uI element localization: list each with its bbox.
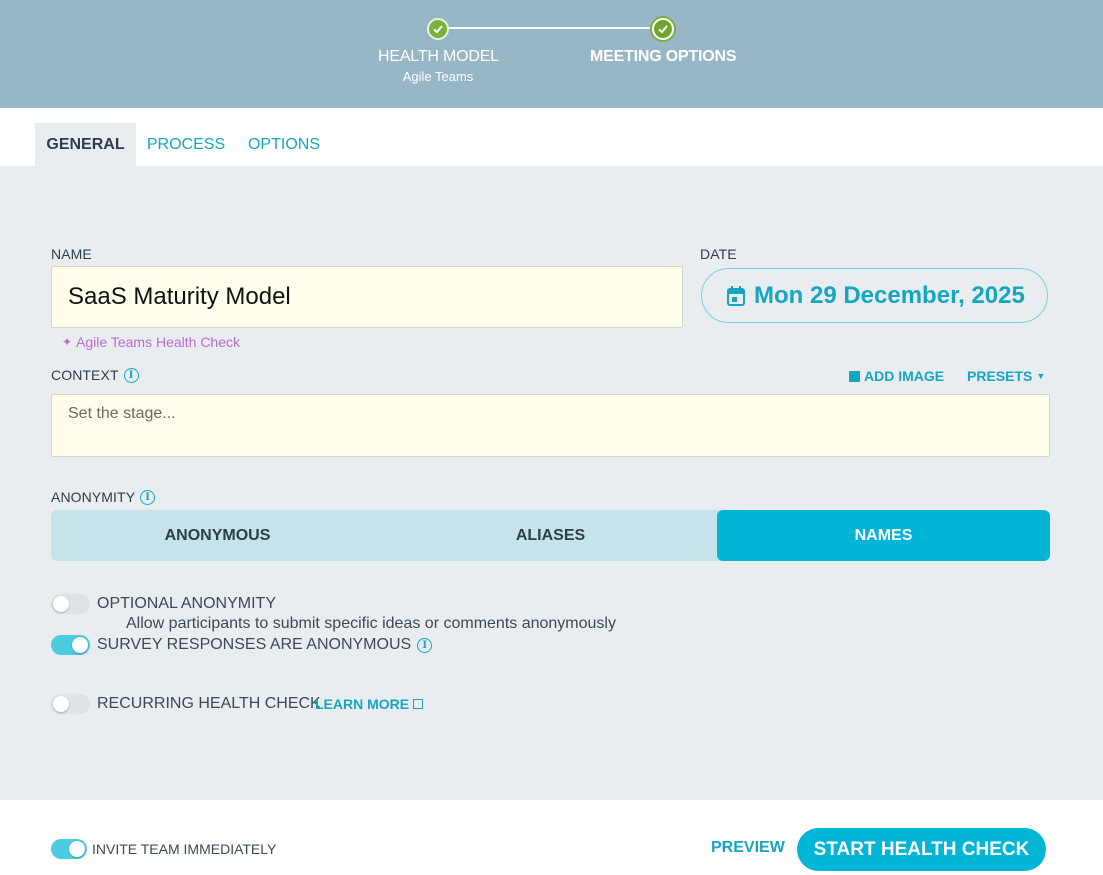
tab-general[interactable]: GENERAL xyxy=(35,123,136,166)
name-label-text: NAME xyxy=(51,246,92,262)
optional-anonymity-text: OPTIONAL ANONYMITY xyxy=(97,595,276,612)
tab-bar: GENERAL PROCESS OPTIONS xyxy=(0,108,1103,166)
anonymity-label: ANONYMITY i xyxy=(51,489,156,505)
external-link-icon xyxy=(413,699,424,709)
learn-more-link[interactable]: LEARN MORE xyxy=(315,696,424,712)
model-hint-text: Agile Teams Health Check xyxy=(76,334,240,350)
optional-anonymity-desc: Allow participants to submit specific id… xyxy=(126,615,616,632)
toggle-knob xyxy=(69,841,85,857)
date-picker-button[interactable]: Mon 29 December, 2025 xyxy=(701,268,1048,323)
anonymity-selector: ANONYMOUS ALIASES NAMES xyxy=(51,510,1050,561)
tab-options[interactable]: OPTIONS xyxy=(238,123,330,166)
context-label-text: CONTEXT xyxy=(51,367,119,383)
invite-team-label: INVITE TEAM IMMEDIATELY xyxy=(92,841,276,857)
optional-anonymity-toggle[interactable] xyxy=(51,594,90,614)
survey-info-icon[interactable]: i xyxy=(417,637,433,653)
model-hint: ✦ Agile Teams Health Check xyxy=(62,334,240,350)
toggle-knob xyxy=(53,696,69,712)
progress-stepper: HEALTH MODEL Agile Teams MEETING OPTIONS xyxy=(0,0,1103,108)
recurring-label: RECURRING HEALTH CHECK xyxy=(97,695,321,713)
start-health-check-button[interactable]: START HEALTH CHECK xyxy=(797,828,1046,871)
caret-down-icon: ▼ xyxy=(1036,371,1046,381)
name-field-value: SaaS Maturity Model xyxy=(68,283,291,310)
invite-team-toggle[interactable] xyxy=(51,839,87,859)
tab-process[interactable]: PROCESS xyxy=(138,123,234,166)
invite-team-text: INVITE TEAM IMMEDIATELY xyxy=(92,841,277,857)
anonymity-option-anonymous[interactable]: ANONYMOUS xyxy=(51,510,384,561)
learn-more-label: LEARN MORE xyxy=(315,696,410,712)
add-image-label: ADD IMAGE xyxy=(864,368,945,384)
name-field[interactable]: SaaS Maturity Model xyxy=(51,266,683,328)
step-health-model-check-icon[interactable] xyxy=(427,18,449,40)
step-health-model-label[interactable]: HEALTH MODEL xyxy=(378,48,499,66)
toggle-knob xyxy=(53,596,69,612)
survey-anonymous-toggle[interactable] xyxy=(51,635,90,655)
optional-anonymity-label: OPTIONAL ANONYMITY xyxy=(97,595,276,613)
step-health-model-sub: Agile Teams xyxy=(402,69,474,84)
anonymity-label-text: ANONYMITY xyxy=(51,489,136,505)
toggle-knob xyxy=(72,637,88,653)
calendar-icon xyxy=(726,285,746,307)
presets-label: PRESETS xyxy=(967,368,1033,384)
anonymity-option-names[interactable]: NAMES xyxy=(717,510,1050,561)
presets-dropdown[interactable]: PRESETS ▼ xyxy=(967,368,1045,384)
anonymity-option-aliases[interactable]: ALIASES xyxy=(384,510,717,561)
recurring-text: RECURRING HEALTH CHECK xyxy=(97,695,321,712)
date-label: DATE xyxy=(700,246,737,262)
stepper-connector xyxy=(438,27,663,29)
survey-anonymous-label: SURVEY RESPONSES ARE ANONYMOUS i xyxy=(97,636,433,654)
image-icon xyxy=(849,370,860,382)
context-label: CONTEXT i xyxy=(51,367,139,383)
add-image-button[interactable]: ADD IMAGE xyxy=(849,368,944,384)
context-field[interactable]: Set the stage... xyxy=(51,394,1050,457)
date-label-text: DATE xyxy=(700,246,737,262)
context-placeholder: Set the stage... xyxy=(68,405,176,422)
date-value: Mon 29 December, 2025 xyxy=(754,281,1025,309)
preview-button[interactable]: PREVIEW xyxy=(711,839,785,857)
step-meeting-options-check-icon[interactable] xyxy=(652,18,674,40)
sparkle-icon: ✦ xyxy=(62,335,73,349)
context-info-icon[interactable]: i xyxy=(123,367,139,383)
step-meeting-options-label[interactable]: MEETING OPTIONS xyxy=(590,48,737,66)
anonymity-info-icon[interactable]: i xyxy=(140,489,156,505)
recurring-toggle[interactable] xyxy=(51,694,90,714)
survey-anonymous-text: SURVEY RESPONSES ARE ANONYMOUS xyxy=(97,636,412,653)
name-label: NAME xyxy=(51,246,92,262)
